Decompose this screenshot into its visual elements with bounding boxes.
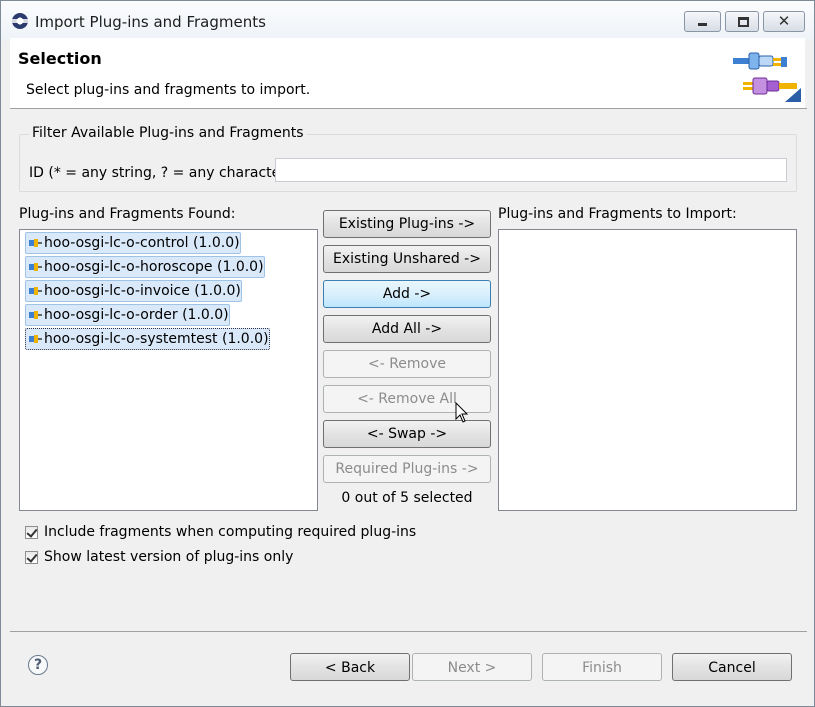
list-item-label: hoo-osgi-lc-o-systemtest (1.0.0) xyxy=(44,331,269,347)
back-button[interactable]: < Back xyxy=(290,653,410,681)
list-item[interactable]: hoo-osgi-lc-o-order (1.0.0) xyxy=(25,304,230,326)
list-item[interactable]: hoo-osgi-lc-o-control (1.0.0) xyxy=(25,232,241,254)
finish-button[interactable]: Finish xyxy=(542,653,662,681)
cancel-button[interactable]: Cancel xyxy=(672,653,792,681)
page-description: Select plug-ins and fragments to import. xyxy=(26,82,311,98)
found-list[interactable]: hoo-osgi-lc-o-control (1.0.0) hoo-osgi-l… xyxy=(19,229,318,511)
id-filter-input[interactable] xyxy=(275,158,787,182)
plugin-icon xyxy=(29,263,42,271)
wizard-banner: Selection Select plug-ins and fragments … xyxy=(10,38,805,108)
include-fragments-option[interactable]: Include fragments when computing require… xyxy=(25,524,445,543)
title-bar[interactable]: Import Plug-ins and Fragments ✕ xyxy=(1,1,814,41)
latest-version-label: Show latest version of plug-ins only xyxy=(44,549,294,565)
id-filter-label: ID (* = any string, ? = any character): xyxy=(29,165,297,181)
filter-group: Filter Available Plug-ins and Fragments … xyxy=(19,125,797,192)
add-all-button[interactable]: Add All -> xyxy=(323,315,491,343)
maximize-button[interactable] xyxy=(725,11,759,32)
import-dialog-window: Import Plug-ins and Fragments ✕ Selectio… xyxy=(0,0,815,707)
list-item[interactable]: hoo-osgi-lc-o-systemtest (1.0.0) xyxy=(25,328,270,350)
remove-button[interactable]: <- Remove xyxy=(323,350,491,378)
wizard-content: Filter Available Plug-ins and Fragments … xyxy=(10,108,807,699)
close-button[interactable]: ✕ xyxy=(763,11,805,32)
selection-status: 0 out of 5 selected xyxy=(341,490,473,506)
latest-version-option[interactable]: Show latest version of plug-ins only xyxy=(25,549,445,568)
close-icon: ✕ xyxy=(777,12,791,30)
include-fragments-checkbox[interactable] xyxy=(25,526,38,539)
minimize-button[interactable] xyxy=(684,11,721,32)
list-item[interactable]: hoo-osgi-lc-o-horoscope (1.0.0) xyxy=(25,256,265,278)
filter-group-label: Filter Available Plug-ins and Fragments xyxy=(29,125,307,141)
plugin-import-icon xyxy=(733,52,801,102)
existing-plugins-button[interactable]: Existing Plug-ins -> xyxy=(323,210,491,238)
list-item[interactable]: hoo-osgi-lc-o-invoice (1.0.0) xyxy=(25,280,242,302)
include-fragments-label: Include fragments when computing require… xyxy=(44,524,417,540)
next-button[interactable]: Next > xyxy=(412,653,532,681)
mouse-cursor-icon xyxy=(455,402,469,423)
required-plugins-button[interactable]: Required Plug-ins -> xyxy=(323,455,491,483)
plugin-icon xyxy=(29,311,42,319)
import-list-label: Plug-ins and Fragments to Import: xyxy=(498,206,737,222)
window-title: Import Plug-ins and Fragments xyxy=(35,13,266,31)
import-list[interactable] xyxy=(498,229,797,511)
list-item-label: hoo-osgi-lc-o-invoice (1.0.0) xyxy=(44,283,241,299)
list-item-label: hoo-osgi-lc-o-control (1.0.0) xyxy=(44,235,240,251)
list-item-label: hoo-osgi-lc-o-horoscope (1.0.0) xyxy=(44,259,264,275)
page-title: Selection xyxy=(18,49,102,68)
plugin-icon xyxy=(29,335,42,343)
list-item-label: hoo-osgi-lc-o-order (1.0.0) xyxy=(44,307,229,323)
latest-version-checkbox[interactable] xyxy=(25,551,38,564)
footer-separator xyxy=(10,631,807,632)
plugin-icon xyxy=(29,287,42,295)
plugin-icon xyxy=(29,239,42,247)
eclipse-icon xyxy=(12,13,28,29)
existing-unshared-button[interactable]: Existing Unshared -> xyxy=(323,245,491,273)
help-icon[interactable]: ? xyxy=(28,655,48,675)
found-list-label: Plug-ins and Fragments Found: xyxy=(19,206,236,222)
swap-button[interactable]: <- Swap -> xyxy=(323,420,491,448)
add-button[interactable]: Add -> xyxy=(323,280,491,308)
